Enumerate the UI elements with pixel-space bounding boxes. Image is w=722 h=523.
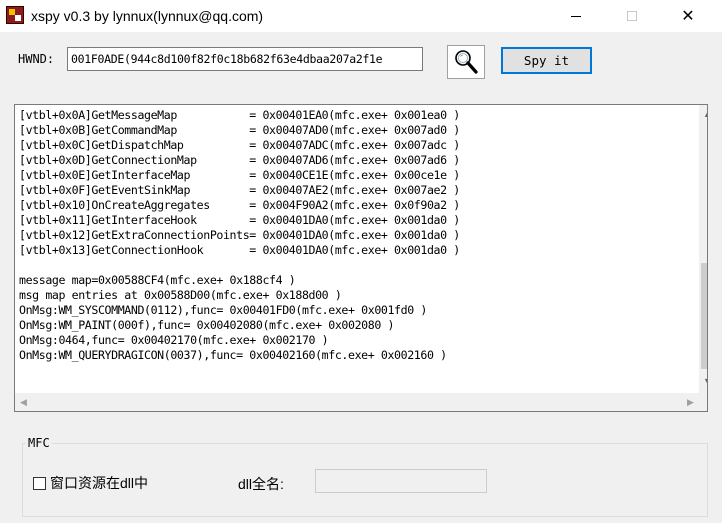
close-button[interactable]: ✕ <box>665 0 711 32</box>
title-bar: xspy v0.3 by lynnux(lynnux@qq.com) ✕ <box>0 0 722 32</box>
vertical-scroll-thumb[interactable] <box>701 263 707 369</box>
minimize-icon <box>571 15 581 17</box>
close-icon: ✕ <box>681 8 695 25</box>
dll-name-label: dll全名: <box>238 476 284 492</box>
hwnd-label: HWND: <box>18 52 55 66</box>
dll-resource-checkbox-label: 窗口资源在dll中 <box>50 475 149 491</box>
scroll-right-icon[interactable]: ▶ <box>682 393 699 411</box>
horizontal-scrollbar[interactable]: ◀ ▶ <box>15 393 699 411</box>
minimize-button[interactable] <box>553 0 599 32</box>
window-title: xspy v0.3 by lynnux(lynnux@qq.com) <box>31 8 264 24</box>
output-text: [vtbl+0x0A]GetMessageMap = 0x00401EA0(mf… <box>19 108 460 362</box>
spy-it-button[interactable]: Spy it <box>501 47 592 74</box>
output-textarea[interactable]: [vtbl+0x0A]GetMessageMap = 0x00401EA0(mf… <box>14 104 708 412</box>
scroll-corner <box>699 393 707 411</box>
checkbox-icon[interactable] <box>33 476 46 490</box>
maximize-icon <box>627 11 637 21</box>
magnifier-icon <box>455 50 478 74</box>
vertical-scrollbar[interactable]: ▲ ▼ <box>699 105 707 393</box>
scroll-up-icon[interactable]: ▲ <box>699 105 707 122</box>
finder-tool-button[interactable] <box>447 45 485 79</box>
dll-name-field[interactable] <box>315 469 487 493</box>
app-icon <box>6 6 24 24</box>
mfc-group-label: MFC <box>26 436 52 450</box>
scroll-down-icon[interactable]: ▼ <box>699 372 707 389</box>
scroll-left-icon[interactable]: ◀ <box>15 393 32 411</box>
hwnd-input[interactable]: 001F0ADE(944c8d100f82f0c18b682f63e4dbaa2… <box>67 47 423 71</box>
dll-resource-checkbox[interactable]: 窗口资源在dll中 <box>33 473 148 493</box>
maximize-button[interactable] <box>609 0 655 32</box>
